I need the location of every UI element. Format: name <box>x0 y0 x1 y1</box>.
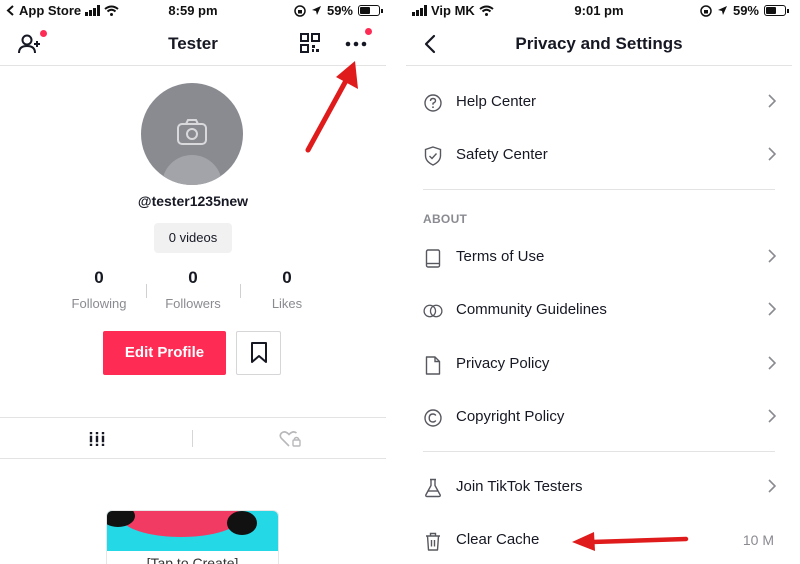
battery-percent: 59% <box>326 3 353 18</box>
section-divider <box>423 451 775 452</box>
stat-divider <box>146 284 147 298</box>
card-artwork-shape <box>227 511 257 535</box>
status-bar: App Store 8:59 pm 59% <box>0 0 386 22</box>
edit-profile-button[interactable]: Edit Profile <box>103 331 226 375</box>
more-options-button[interactable] <box>344 28 372 54</box>
settings-item-terms-of-use[interactable]: Terms of Use <box>406 231 792 284</box>
settings-item-label: Community Guidelines <box>456 301 607 318</box>
settings-item-label: Copyright Policy <box>456 408 565 425</box>
orientation-lock-icon <box>294 4 306 17</box>
settings-item-label: Privacy Policy <box>456 355 550 372</box>
location-icon <box>311 6 321 15</box>
page-title: Privacy and Settings <box>515 34 683 53</box>
profile-header: Tester <box>0 22 386 66</box>
create-video-card[interactable]: [Tap to Create] <box>106 510 279 564</box>
stat-likes[interactable]: 0 Likes <box>240 268 334 311</box>
settings-item-join-testers[interactable]: Join TikTok Testers <box>406 461 792 514</box>
settings-item-community-guidelines[interactable]: Community Guidelines <box>406 284 792 337</box>
panel-gap <box>386 0 406 564</box>
profile-tabs <box>0 417 386 459</box>
video-count-badge: 0 videos <box>154 223 232 253</box>
settings-item-copyright-policy[interactable]: Copyright Policy <box>406 391 792 444</box>
shield-icon <box>423 146 443 166</box>
more-dots-icon <box>345 41 367 47</box>
rings-icon <box>423 301 443 321</box>
avatar-silhouette <box>162 155 222 185</box>
profile-screen: App Store 8:59 pm 59% Tester @tester1235… <box>0 0 386 564</box>
stat-label: Likes <box>271 296 303 311</box>
settings-item-safety-center[interactable]: Safety Center <box>406 129 792 182</box>
status-bar: Vip MK 9:01 pm 59% <box>406 0 792 22</box>
chevron-right-icon <box>768 356 776 370</box>
settings-item-privacy-policy[interactable]: Privacy Policy <box>406 338 792 391</box>
settings-item-label: Safety Center <box>456 146 548 163</box>
location-icon <box>717 6 727 15</box>
settings-item-label: Terms of Use <box>456 248 545 265</box>
trash-icon <box>423 531 443 551</box>
orientation-lock-icon <box>700 4 712 17</box>
battery-icon <box>358 5 383 16</box>
stat-value: 0 <box>188 268 198 287</box>
liked-private-icon <box>278 430 301 447</box>
qr-code-icon <box>300 33 320 53</box>
video-grid-icon <box>88 431 105 446</box>
copyright-icon <box>423 408 443 428</box>
annotation-arrow-icon <box>305 61 358 153</box>
battery-icon <box>764 5 789 16</box>
notification-dot <box>365 28 372 35</box>
settings-item-clear-cache[interactable]: Clear Cache 10 M <box>406 514 792 564</box>
settings-screen: Vip MK 9:01 pm 59% Privacy and Settings … <box>406 0 792 564</box>
camera-icon <box>177 119 207 145</box>
settings-header: Privacy and Settings <box>406 22 792 66</box>
section-heading-about: ABOUT <box>423 212 468 226</box>
cache-size: 10 M <box>742 532 774 548</box>
help-icon <box>423 93 443 113</box>
username: @tester1235new <box>137 193 249 209</box>
section-divider <box>423 189 775 190</box>
chevron-right-icon <box>768 147 776 161</box>
flask-icon <box>423 478 443 498</box>
stat-following[interactable]: 0 Following <box>52 268 146 311</box>
chevron-right-icon <box>768 302 776 316</box>
book-icon <box>423 248 443 268</box>
create-card-label: [Tap to Create] <box>146 555 239 564</box>
chevron-right-icon <box>768 94 776 108</box>
settings-item-help-center[interactable]: Help Center <box>406 76 792 129</box>
qr-code-button[interactable] <box>299 32 321 54</box>
card-artwork <box>107 511 278 551</box>
chevron-right-icon <box>768 479 776 493</box>
battery-percent: 59% <box>732 3 759 18</box>
chevron-right-icon <box>768 409 776 423</box>
favorites-button[interactable] <box>236 331 281 375</box>
stat-label: Following <box>71 296 127 311</box>
stat-value: 0 <box>94 268 104 287</box>
chevron-right-icon <box>768 249 776 263</box>
tab-videos[interactable] <box>0 418 193 459</box>
stat-followers[interactable]: 0 Followers <box>146 268 240 311</box>
avatar[interactable] <box>141 83 243 185</box>
profile-title: Tester <box>168 34 218 53</box>
settings-item-label: Help Center <box>456 93 537 110</box>
stat-label: Followers <box>165 296 221 311</box>
document-icon <box>423 355 443 375</box>
settings-item-label: Clear Cache <box>456 531 540 548</box>
stat-divider <box>240 284 241 298</box>
tab-liked[interactable] <box>193 418 386 459</box>
settings-item-label: Join TikTok Testers <box>456 478 583 495</box>
bookmark-icon <box>250 342 267 363</box>
profile-stats: 0 Following 0 Followers 0 Likes <box>52 268 334 311</box>
card-artwork-shape <box>121 511 241 537</box>
stat-value: 0 <box>282 268 292 287</box>
